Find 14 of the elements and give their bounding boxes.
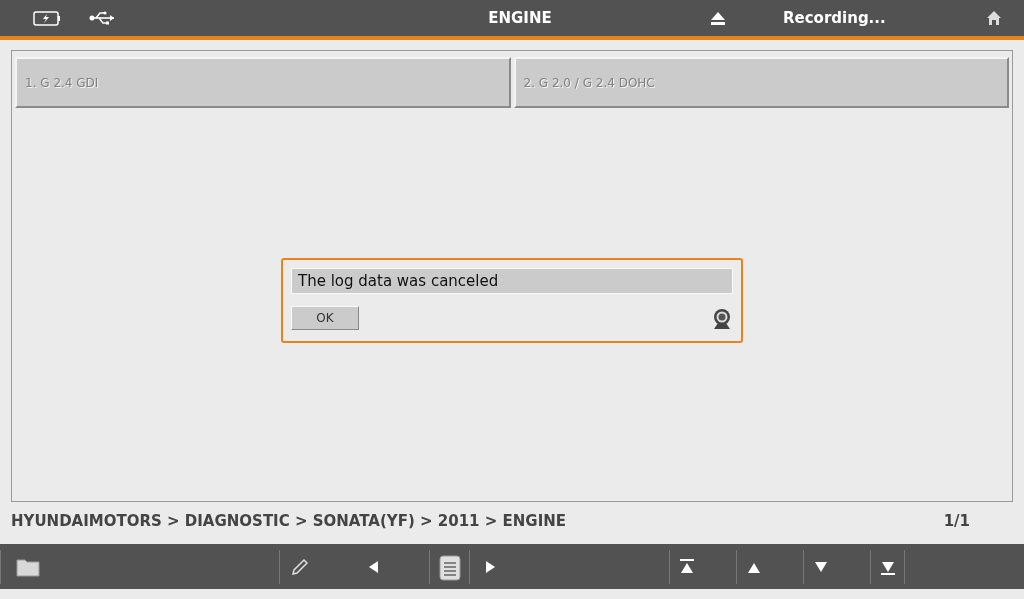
first-page-icon[interactable] bbox=[677, 557, 696, 576]
screen-title: ENGINE bbox=[488, 9, 552, 27]
dialog-message: The log data was canceled bbox=[291, 268, 733, 294]
folder-icon[interactable] bbox=[15, 556, 40, 577]
battery-icon bbox=[32, 8, 62, 28]
recording-status: Recording... bbox=[783, 9, 887, 27]
pencil-icon[interactable] bbox=[289, 556, 310, 577]
page-counter: 1/1 bbox=[943, 512, 970, 532]
home-icon[interactable] bbox=[986, 10, 1002, 26]
notes-icon[interactable] bbox=[436, 552, 463, 581]
ok-button[interactable]: OK bbox=[291, 306, 359, 330]
webcam-icon bbox=[711, 308, 733, 330]
breadcrumb: HYUNDAIMOTORS > DIAGNOSTIC > SONATA(YF) > 2011 > ENGINE bbox=[11, 512, 567, 532]
eject-icon bbox=[709, 10, 727, 26]
